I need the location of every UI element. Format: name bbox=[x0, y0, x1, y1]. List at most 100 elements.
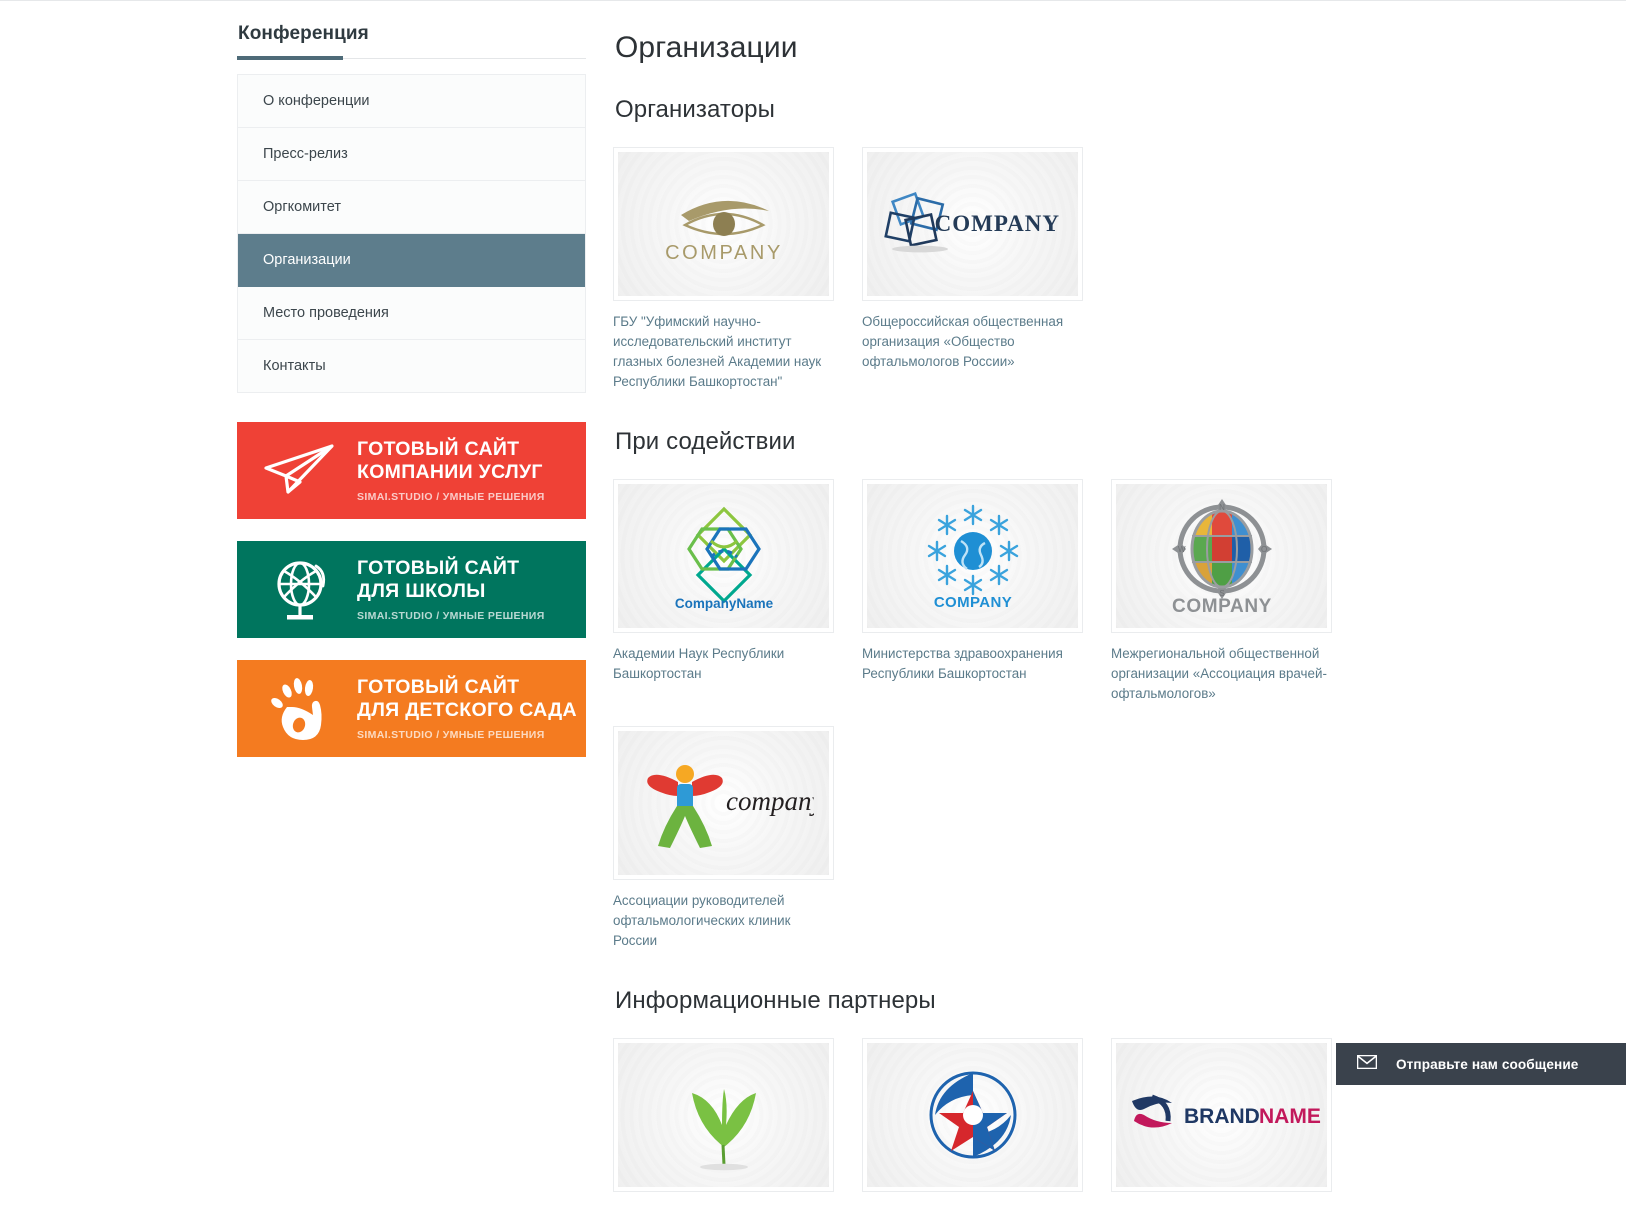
envelope-icon bbox=[1356, 1054, 1378, 1074]
sidebar-item-label: Организации bbox=[263, 252, 351, 268]
sidebar-item-label: Оргкомитет bbox=[263, 199, 341, 215]
sidebar-item-4[interactable]: Организации bbox=[238, 234, 585, 287]
page-title: Организации bbox=[615, 31, 798, 64]
organization-caption[interactable]: Ассоциации руководителей офтальмологичес… bbox=[613, 891, 834, 951]
organization-caption[interactable]: Общероссийская общественная организация … bbox=[862, 312, 1083, 372]
sidebar-item-2[interactable]: Пресс-релиз bbox=[238, 128, 585, 181]
promo-banner-line2: ДЛЯ ШКОЛЫ bbox=[357, 580, 486, 602]
section-1: Организаторы COMPANY ГБУ "Уфимский научн… bbox=[613, 96, 1373, 414]
svg-text:company: company bbox=[726, 786, 814, 816]
organization-logo-image: BRAND NAME bbox=[1116, 1043, 1327, 1187]
interlocking-diamonds-logo: CompanyName bbox=[649, 501, 799, 611]
promo-banner-line1: ГОТОВЫЙ САЙТ bbox=[357, 557, 520, 579]
globe-snowflake-logo: COMPANY bbox=[903, 501, 1043, 611]
sections-container: Организаторы COMPANY ГБУ "Уфимский научн… bbox=[613, 96, 1373, 1214]
sidebar-menu: О конференции Пресс-релиз Оргкомитет Органи… bbox=[237, 74, 586, 393]
organization-logo-image: COMPANY bbox=[867, 152, 1078, 296]
globe-icon bbox=[237, 556, 355, 624]
organization-logo-image: N S W O COMPANY bbox=[1116, 484, 1327, 628]
paper-plane-icon bbox=[237, 442, 355, 500]
svg-text:COMPANY: COMPANY bbox=[933, 594, 1011, 611]
organization-logo-link[interactable]: CompanyName bbox=[613, 479, 834, 633]
sidebar-item-6[interactable]: Контакты bbox=[238, 340, 585, 393]
sidebar-item-label: Контакты bbox=[263, 358, 326, 374]
organization-logo-link[interactable]: COMPANY bbox=[862, 479, 1083, 633]
sidebar-title-underline bbox=[237, 56, 586, 60]
organization-caption[interactable]: Министерства здравоохранения Республики … bbox=[862, 644, 1083, 684]
handprint-icon bbox=[237, 677, 355, 741]
svg-text:BRAND: BRAND bbox=[1184, 1105, 1260, 1128]
compass-globe-logo: N S W O COMPANY bbox=[1147, 497, 1297, 617]
promo-banner-subtitle: SIMAI.STUDIO / УМНЫЕ РЕШЕНИЯ bbox=[357, 491, 545, 503]
promo-banner-3[interactable]: ГОТОВЫЙ САЙТ ДЛЯ ДЕТСКОГО САДА SIMAI.STUDI… bbox=[237, 660, 586, 757]
sidebar-item-1[interactable]: О конференции bbox=[238, 75, 585, 128]
organization-card: BRAND NAME bbox=[1111, 1038, 1332, 1192]
promo-banner-text: ГОТОВЫЙ САЙТ ДЛЯ ШКОЛЫ SIMAI.STUDIO / УМНЫ… bbox=[355, 557, 545, 622]
organization-caption[interactable]: ГБУ "Уфимский научно-исследовательский и… bbox=[613, 312, 834, 392]
organization-card: CompanyName Академии Наук Республики Баш… bbox=[613, 479, 834, 704]
promo-banner-text: ГОТОВЫЙ САЙТ ДЛЯ ДЕТСКОГО САДА SIMAI.STUDI… bbox=[355, 676, 577, 741]
organization-card: COMPANY Министерства здравоохранения Рес… bbox=[862, 479, 1083, 704]
section-title: При содействии bbox=[615, 428, 796, 455]
organization-logo-image bbox=[867, 1043, 1078, 1187]
sidebar-item-3[interactable]: Оргкомитет bbox=[238, 181, 585, 234]
sidebar-item-5[interactable]: Место проведения bbox=[238, 287, 585, 340]
promo-banner-line1: ГОТОВЫЙ САЙТ bbox=[357, 676, 520, 698]
organization-card bbox=[613, 1038, 834, 1192]
main-content: Организации Организаторы COMPANY ГБУ "Уф… bbox=[613, 31, 1373, 1228]
chat-widget-label: Отправьте нам сообщение bbox=[1396, 1056, 1579, 1072]
card-grid: CompanyName Академии Наук Республики Баш… bbox=[613, 479, 1373, 973]
section-title: Организаторы bbox=[615, 96, 775, 123]
person-company-logo: company bbox=[634, 756, 823, 850]
organization-logo-image bbox=[618, 1043, 829, 1187]
svg-text:N: N bbox=[1219, 503, 1225, 512]
organization-logo-image: company bbox=[618, 731, 829, 875]
svg-text:CompanyName: CompanyName bbox=[674, 596, 773, 611]
sidebar-title: Конференция bbox=[238, 23, 369, 44]
organization-logo-link[interactable]: company bbox=[613, 726, 834, 880]
organization-logo-link[interactable]: COMPANY bbox=[613, 147, 834, 301]
green-leaf-logo bbox=[664, 1059, 784, 1171]
organization-logo-link[interactable]: BRAND NAME bbox=[1111, 1038, 1332, 1192]
organization-card: company Ассоциации руководителей офтальм… bbox=[613, 726, 834, 951]
organization-caption[interactable]: Межрегиональной общественной организации… bbox=[1111, 644, 1332, 704]
organization-card: COMPANY Общероссийская общественная орга… bbox=[862, 147, 1083, 392]
sidebar-item-label: Пресс-релиз bbox=[263, 146, 348, 162]
sidebar-item-label: О конференции bbox=[263, 93, 370, 109]
promo-banner-list: ГОТОВЫЙ САЙТ КОМПАНИИ УСЛУГ SIMAI.STUDIO /… bbox=[237, 422, 586, 757]
organization-logo-link[interactable] bbox=[613, 1038, 834, 1192]
svg-text:W: W bbox=[1178, 545, 1186, 554]
brandname-logo: BRAND NAME bbox=[1122, 1087, 1322, 1143]
card-grid: BRAND NAME bbox=[613, 1038, 1373, 1214]
section-2: При содействии CompanyName Академии Наук… bbox=[613, 428, 1373, 973]
organization-logo-link[interactable] bbox=[862, 1038, 1083, 1192]
svg-text:COMPANY: COMPANY bbox=[934, 211, 1059, 236]
promo-banner-subtitle: SIMAI.STUDIO / УМНЫЕ РЕШЕНИЯ bbox=[357, 729, 545, 741]
cubes-company-logo: COMPANY bbox=[878, 191, 1068, 257]
svg-text:COMPANY: COMPANY bbox=[665, 242, 783, 264]
promo-banner-2[interactable]: ГОТОВЫЙ САЙТ ДЛЯ ШКОЛЫ SIMAI.STUDIO / УМНЫ… bbox=[237, 541, 586, 638]
svg-text:NAME: NAME bbox=[1259, 1105, 1321, 1128]
organization-logo-link[interactable]: N S W O COMPANY bbox=[1111, 479, 1332, 633]
svg-text:COMPANY: COMPANY bbox=[1172, 596, 1272, 615]
svg-text:O: O bbox=[1261, 545, 1267, 554]
promo-banner-1[interactable]: ГОТОВЫЙ САЙТ КОМПАНИИ УСЛУГ SIMAI.STUDIO /… bbox=[237, 422, 586, 519]
sidebar: Конференция О конференции Пресс-релиз Оргк… bbox=[237, 23, 586, 779]
organization-logo-image: COMPANY bbox=[618, 152, 829, 296]
section-title: Информационные партнеры bbox=[615, 987, 936, 1014]
organization-card bbox=[862, 1038, 1083, 1192]
star-swirl-logo bbox=[915, 1057, 1031, 1173]
organization-logo-image: CompanyName bbox=[618, 484, 829, 628]
chat-widget-button[interactable]: Отправьте нам сообщение bbox=[1336, 1043, 1626, 1085]
card-grid: COMPANY ГБУ "Уфимский научно-исследовате… bbox=[613, 147, 1373, 414]
organization-caption[interactable]: Академии Наук Республики Башкортостан bbox=[613, 644, 834, 684]
promo-banner-line1: ГОТОВЫЙ САЙТ bbox=[357, 438, 520, 460]
organization-card: COMPANY ГБУ "Уфимский научно-исследовате… bbox=[613, 147, 834, 392]
promo-banner-subtitle: SIMAI.STUDIO / УМНЫЕ РЕШЕНИЯ bbox=[357, 610, 545, 622]
organization-logo-image: COMPANY bbox=[867, 484, 1078, 628]
organization-logo-link[interactable]: COMPANY bbox=[862, 147, 1083, 301]
promo-banner-line2: КОМПАНИИ УСЛУГ bbox=[357, 461, 543, 483]
sidebar-item-label: Место проведения bbox=[263, 305, 389, 321]
promo-banner-line2: ДЛЯ ДЕТСКОГО САДА bbox=[357, 699, 577, 721]
eye-company-logo: COMPANY bbox=[649, 181, 799, 267]
